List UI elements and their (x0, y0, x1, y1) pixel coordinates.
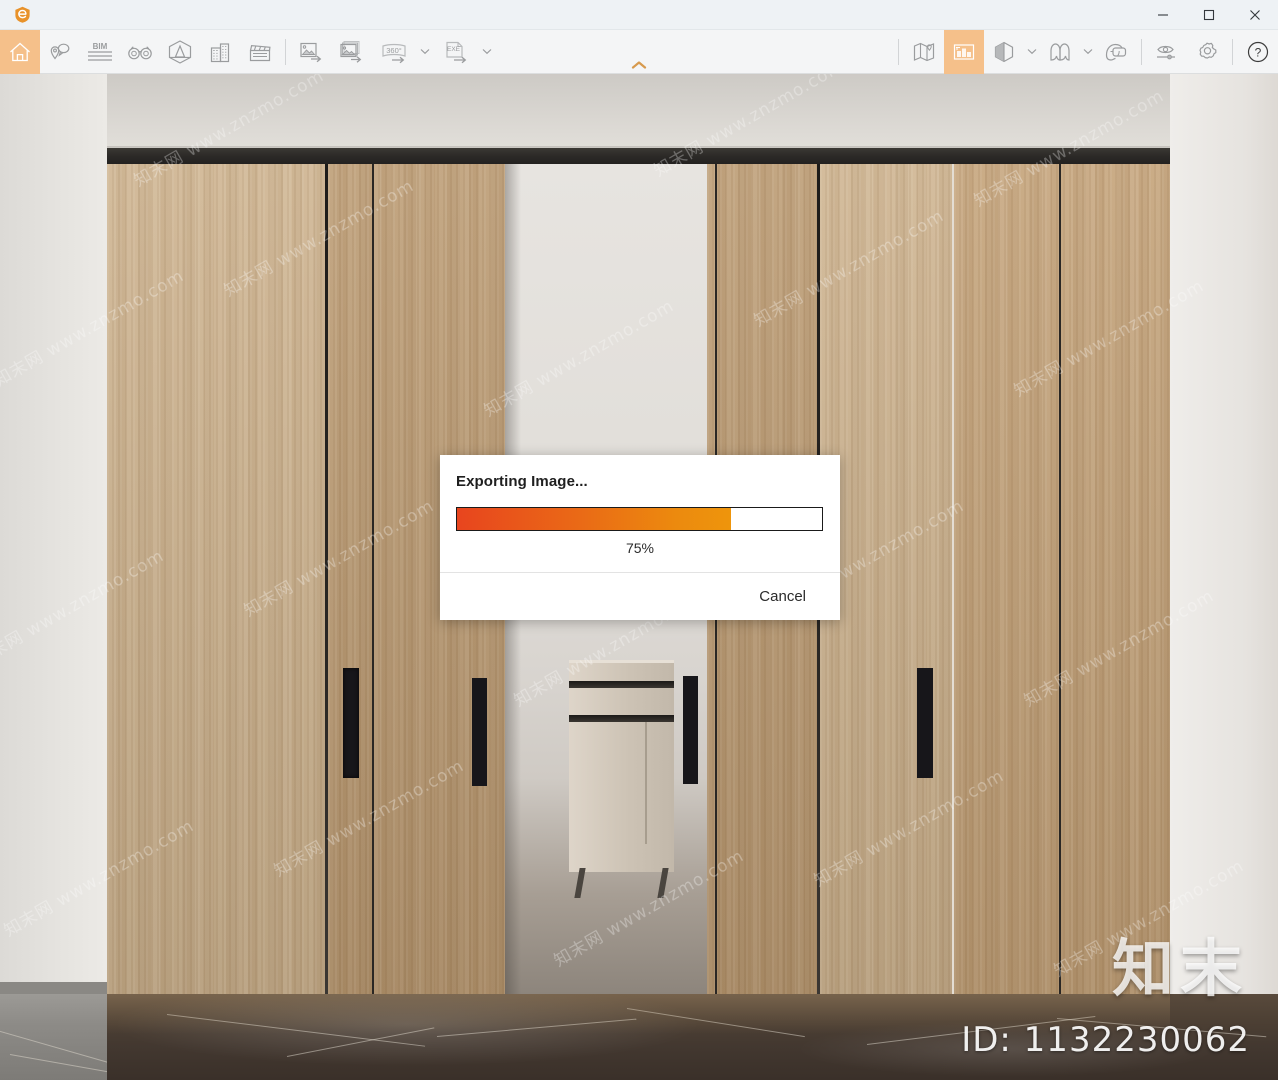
door-handle-2 (472, 678, 487, 786)
brand-watermark: 知末 (1111, 932, 1248, 1005)
door-panel-5 (954, 164, 1170, 994)
svg-text:EXE: EXE (447, 46, 461, 53)
baseboard (0, 982, 107, 994)
app-logo-icon (7, 0, 37, 30)
cabinet-drawer-gap (569, 681, 674, 688)
chevron-up-icon (631, 61, 647, 69)
progress-bar-track (456, 507, 823, 531)
maximize-button[interactable] (1186, 0, 1232, 30)
door-seam-2 (372, 164, 374, 994)
toolbar-collapse-chevron[interactable] (0, 58, 1278, 72)
cabinet-door-seam (645, 722, 647, 844)
window-controls (1140, 0, 1278, 30)
close-button[interactable] (1232, 0, 1278, 30)
main-toolbar: BIM 360° EXE ? (0, 29, 1278, 74)
progress-bar-fill (457, 508, 731, 530)
left-wall (0, 74, 107, 994)
export-progress-dialog: Exporting Image... 75% Cancel (440, 455, 840, 620)
door-handle-1 (343, 668, 359, 778)
svg-text:BIM: BIM (93, 42, 108, 51)
floor-vein (9, 1054, 119, 1075)
progress-percent-label: 75% (625, 540, 655, 556)
id-watermark: ID: 1132230062 (961, 1020, 1250, 1060)
dialog-title: Exporting Image... (456, 473, 588, 490)
floor-vein (0, 1028, 116, 1065)
dialog-body: Exporting Image... 75% (440, 455, 840, 556)
door-handle-3 (683, 676, 698, 784)
floor-left-section (0, 994, 119, 1080)
svg-text:360°: 360° (386, 46, 402, 55)
door-seam-5 (1059, 164, 1061, 994)
cabinet-door-gap (569, 715, 674, 722)
dialog-footer: Cancel (440, 572, 840, 620)
door-track-rail (107, 148, 1170, 164)
svg-text:?: ? (1255, 45, 1262, 59)
cancel-button[interactable]: Cancel (759, 588, 806, 605)
right-wall (1170, 74, 1278, 994)
minimize-button[interactable] (1140, 0, 1186, 30)
title-bar (0, 0, 1278, 30)
door-handle-4 (917, 668, 933, 778)
interior-cabinet (569, 660, 674, 898)
